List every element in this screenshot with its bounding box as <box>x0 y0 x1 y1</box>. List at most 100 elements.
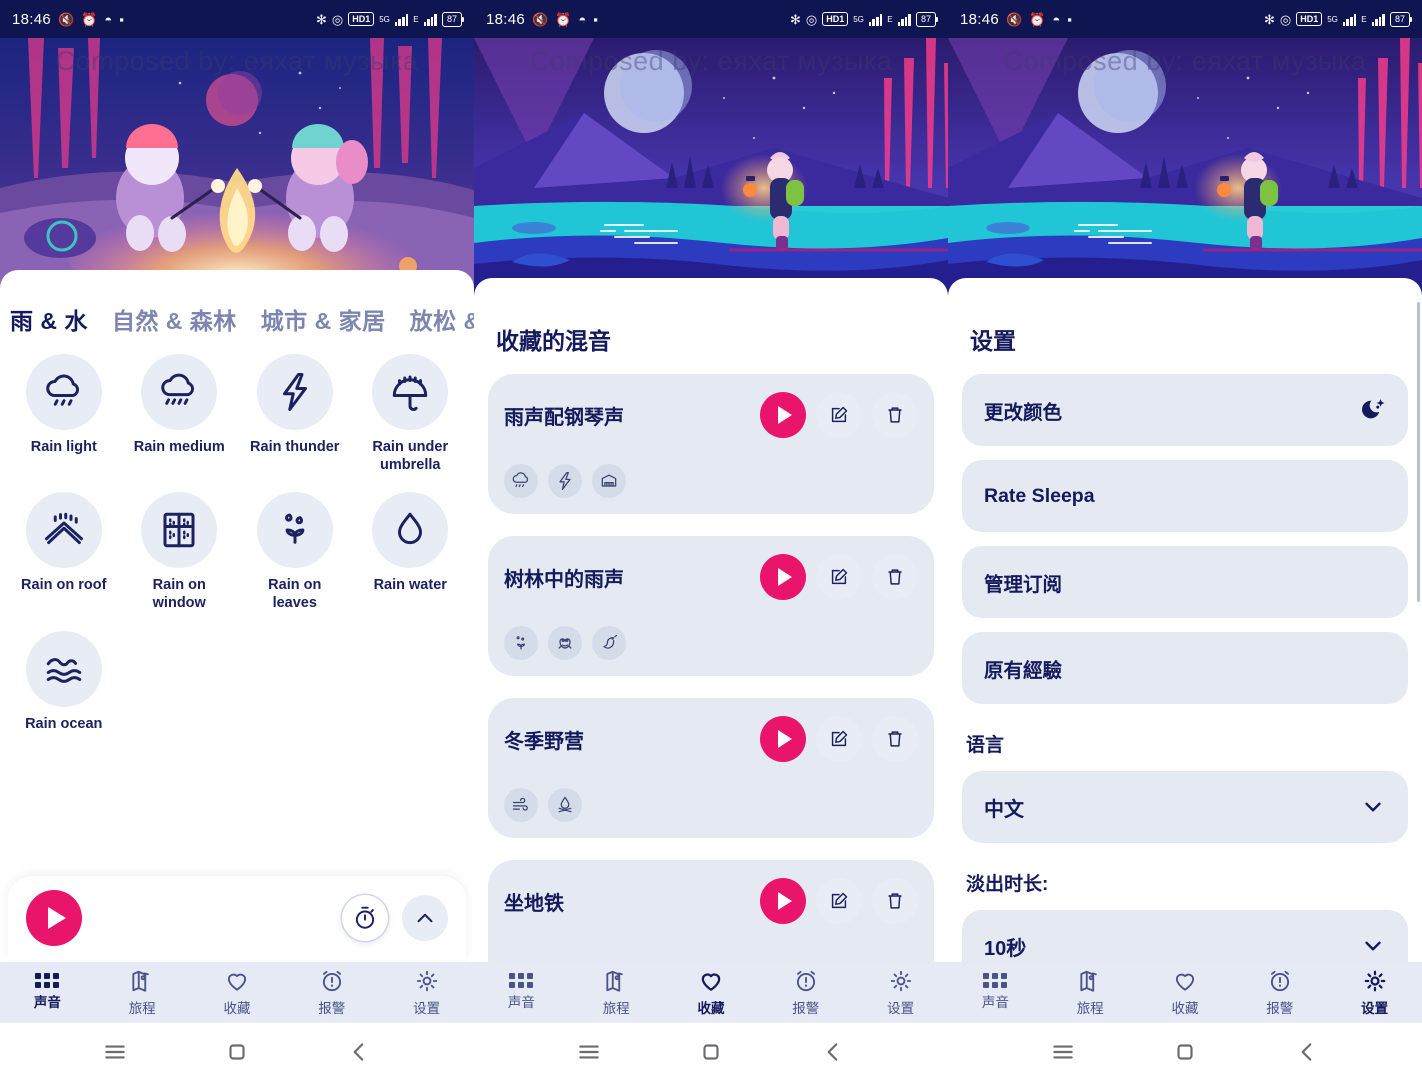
nav-item-favorites[interactable]: 收藏 <box>664 968 759 1017</box>
dnd-icon: ◎ <box>1279 11 1292 27</box>
tab-city-home[interactable]: 城市 & 家居 <box>261 302 386 336</box>
setting-rate-app[interactable]: Rate Sleepa <box>962 460 1408 532</box>
wind-icon <box>504 788 538 822</box>
mix-play-button[interactable] <box>760 878 806 924</box>
menu-icon[interactable] <box>102 1039 128 1065</box>
app-icon: ▪ <box>593 11 598 27</box>
sleep-timer-button[interactable] <box>342 895 388 941</box>
mix-header: 坐地铁 <box>504 878 918 924</box>
tab-relax[interactable]: 放松 & <box>410 302 474 336</box>
menu-icon[interactable] <box>1050 1039 1076 1065</box>
screen-sounds: 18:46 🔇 ⏰ ◓ ▪ ✻ ◎ HD1 5G E 87 Composed b… <box>0 0 474 1080</box>
nav-item-sounds[interactable]: 声音 <box>474 973 569 1011</box>
rain-light-icon <box>25 354 102 430</box>
tab-rain-water[interactable]: 雨 & 水 <box>10 302 88 336</box>
home-icon[interactable] <box>698 1039 724 1065</box>
mix-play-button[interactable] <box>760 716 806 762</box>
journey-map-icon <box>132 970 149 992</box>
play-button[interactable] <box>26 890 82 946</box>
nav-item-journey[interactable]: 旅程 <box>569 968 664 1017</box>
fade-duration-select[interactable]: 10秒 <box>962 910 1408 962</box>
sound-item-rain-under-umbrella[interactable]: Rain under umbrella <box>353 354 469 474</box>
mix-delete-button[interactable] <box>872 554 918 600</box>
setting-label: 更改颜色 <box>984 401 1063 424</box>
home-icon[interactable] <box>1172 1039 1198 1065</box>
bottom-nav: 声音 旅程 收藏 报警 设置 <box>948 962 1422 1022</box>
screen-settings: 18:46 🔇 ⏰ ◓ ▪ ✻ ◎ HD1 5G E 87 Composed b… <box>948 0 1422 1080</box>
mix-card[interactable]: 树林中的雨声 <box>488 536 934 676</box>
grid-dots-icon <box>509 973 534 988</box>
mix-play-button[interactable] <box>760 554 806 600</box>
mix-card[interactable]: 雨声配钢琴声 <box>488 374 934 514</box>
nav-item-journey[interactable]: 旅程 <box>1043 968 1138 1017</box>
hero-illustration-lantern: Composed by: еяхат музыка <box>474 38 948 296</box>
heart-icon <box>701 972 721 991</box>
sound-item-rain-light[interactable]: Rain light <box>6 354 122 474</box>
grid-dots-icon <box>35 973 60 988</box>
nav-item-favorites[interactable]: 收藏 <box>190 968 285 1017</box>
mix-delete-button[interactable] <box>872 392 918 438</box>
mix-edit-button[interactable] <box>816 392 862 438</box>
gear-icon <box>416 970 437 991</box>
category-tabs[interactable]: 雨 & 水 自然 & 森林 城市 & 家居 放松 & <box>0 288 474 344</box>
mix-actions <box>760 716 918 762</box>
back-icon[interactable] <box>346 1039 372 1065</box>
back-icon[interactable] <box>820 1039 846 1065</box>
mix-tag-list <box>504 464 918 498</box>
sound-item-rain-on-leaves[interactable]: Rain on leaves <box>237 492 353 612</box>
alarm-icon: ⏰ <box>555 11 572 27</box>
menu-icon[interactable] <box>576 1039 602 1065</box>
status-time: 18:46 <box>960 10 1000 28</box>
sound-item-rain-water[interactable]: Rain water <box>353 492 469 612</box>
nav-label: 声音 <box>507 995 535 1010</box>
nav-item-journey[interactable]: 旅程 <box>95 968 190 1017</box>
back-icon[interactable] <box>1294 1039 1320 1065</box>
nav-item-settings[interactable]: 设置 <box>1327 968 1422 1017</box>
rain-medium-icon <box>141 354 218 430</box>
sound-item-rain-on-window[interactable]: Rain on window <box>122 492 238 612</box>
sound-item-rain-medium[interactable]: Rain medium <box>122 354 238 474</box>
screenshot-triptych: 18:46 🔇 ⏰ ◓ ▪ ✻ ◎ HD1 5G E 87 Composed b… <box>0 0 1422 1080</box>
status-bar: 18:46 🔇 ⏰ ◓ ▪ ✻ ◎ HD1 5G E 87 <box>0 0 474 38</box>
nav-label: 旅程 <box>1076 1000 1104 1016</box>
nav-item-sounds[interactable]: 声音 <box>0 973 95 1011</box>
mix-delete-button[interactable] <box>872 878 918 924</box>
mix-edit-button[interactable] <box>816 716 862 762</box>
battery-icon: 87 <box>1389 11 1413 27</box>
tab-nature-forest[interactable]: 自然 & 森林 <box>112 302 237 336</box>
nav-item-alarm[interactable]: 报警 <box>758 968 853 1017</box>
sound-item-rain-ocean[interactable]: Rain ocean <box>6 630 122 733</box>
network-type-e: E <box>887 14 893 24</box>
setting-legacy-experience[interactable]: 原有經驗 <box>962 632 1408 704</box>
settings-panel: 设置 更改颜色 Rate Sleepa 管理订阅 原有經驗 语言 中文 淡出时长… <box>948 296 1422 962</box>
bluetooth-icon: ✻ <box>315 11 327 27</box>
language-select[interactable]: 中文 <box>962 771 1408 843</box>
nav-item-settings[interactable]: 设置 <box>853 968 948 1017</box>
frog-icon <box>548 626 582 660</box>
sound-item-rain-on-roof[interactable]: Rain on roof <box>6 492 122 612</box>
umbrella-icon <box>372 354 449 430</box>
mix-name: 树林中的雨声 <box>504 568 624 591</box>
sheet-top <box>948 278 1422 296</box>
expand-player-button[interactable] <box>402 895 448 941</box>
hd-call-icon: HD1 <box>822 12 849 26</box>
mix-card[interactable]: 坐地铁 <box>488 860 934 962</box>
nav-item-favorites[interactable]: 收藏 <box>1138 968 1233 1017</box>
battery-icon: 87 <box>915 11 939 27</box>
mix-header: 树林中的雨声 <box>504 554 918 600</box>
nav-item-sounds[interactable]: 声音 <box>948 973 1043 1011</box>
nav-item-settings[interactable]: 设置 <box>379 968 474 1017</box>
mix-card[interactable]: 冬季野营 <box>488 698 934 838</box>
scrollbar[interactable] <box>1417 302 1420 602</box>
mix-play-button[interactable] <box>760 392 806 438</box>
mix-edit-button[interactable] <box>816 554 862 600</box>
home-icon[interactable] <box>224 1039 250 1065</box>
nav-item-alarm[interactable]: 报警 <box>284 968 379 1017</box>
network-type-e: E <box>413 14 419 24</box>
setting-change-color[interactable]: 更改颜色 <box>962 374 1408 446</box>
mix-delete-button[interactable] <box>872 716 918 762</box>
mix-edit-button[interactable] <box>816 878 862 924</box>
sound-item-rain-thunder[interactable]: Rain thunder <box>237 354 353 474</box>
nav-item-alarm[interactable]: 报警 <box>1232 968 1327 1017</box>
setting-manage-subscription[interactable]: 管理订阅 <box>962 546 1408 618</box>
